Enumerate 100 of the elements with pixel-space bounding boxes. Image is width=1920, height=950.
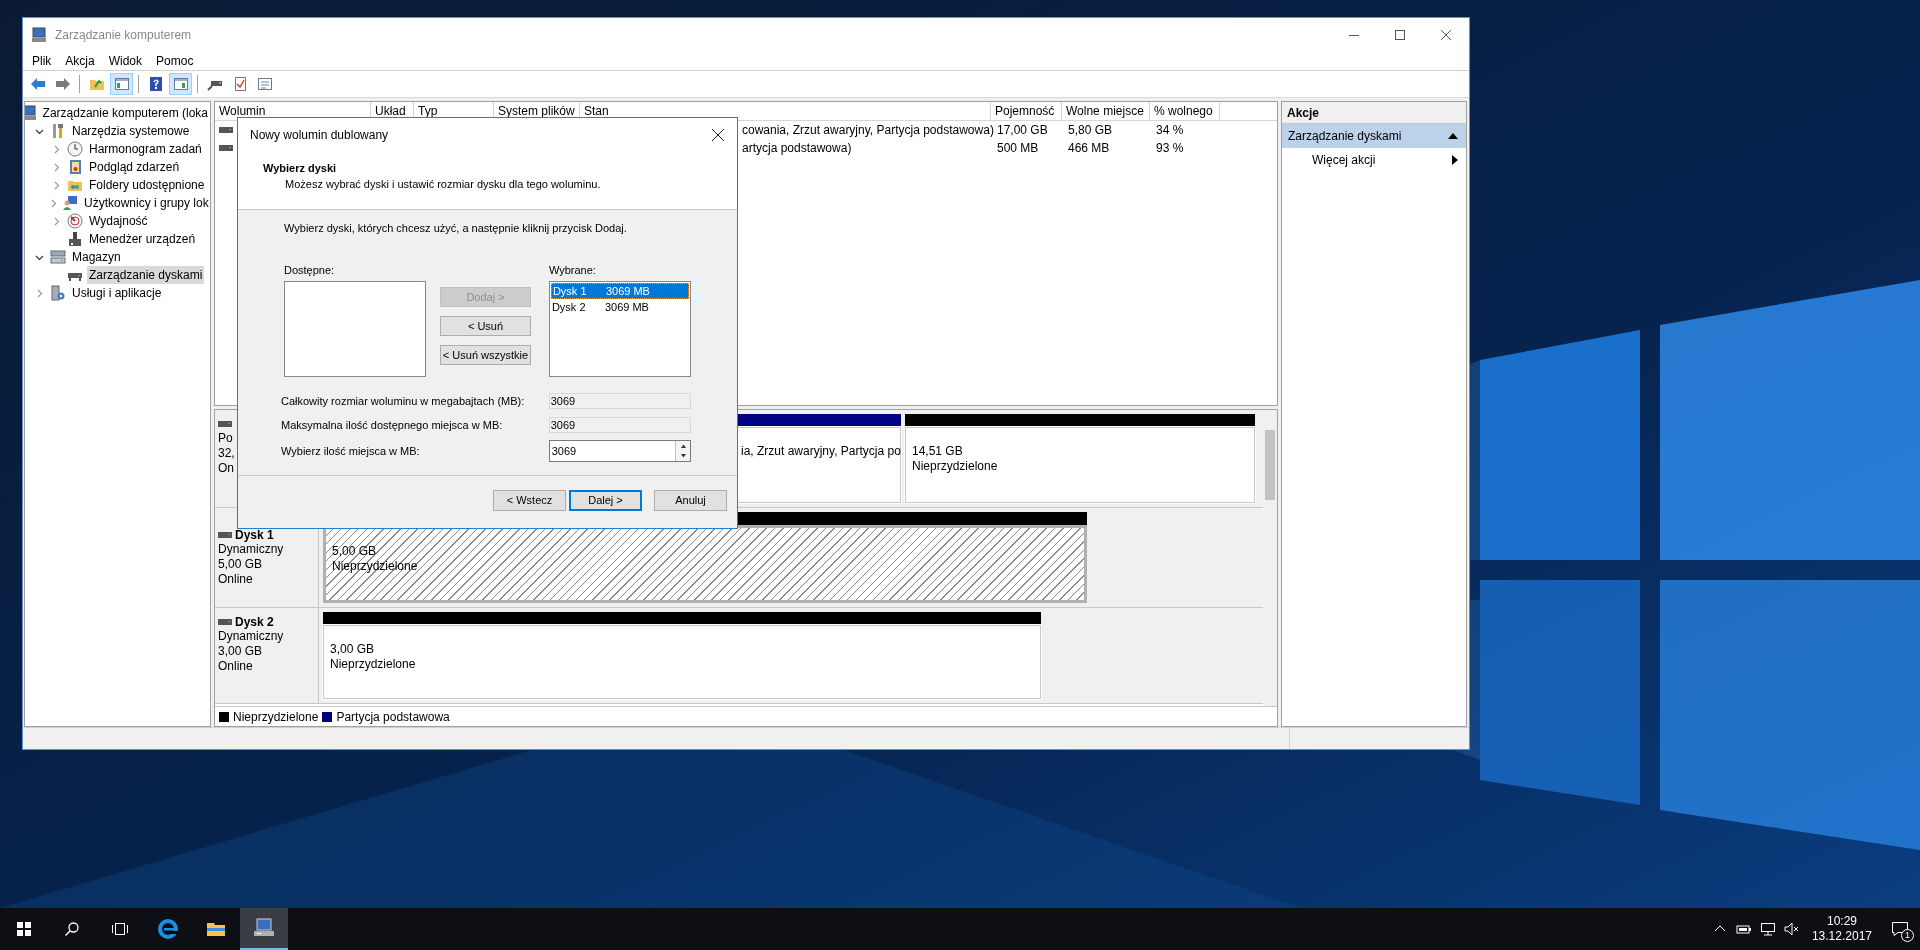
legend-label: Partycja podstawowa [336, 708, 450, 726]
browser-icon [158, 919, 178, 939]
disk-info: Online [218, 572, 253, 587]
field-label: Wybierz ilość miejsca w MB: [281, 443, 421, 459]
panel-icon [113, 76, 130, 92]
users-icon [62, 195, 78, 211]
message-icon [1891, 921, 1909, 937]
tree-item[interactable]: Narzędzia systemowe [70, 122, 192, 140]
network-icon [1759, 922, 1776, 936]
partition-box[interactable]: 5,00 GB Nieprzydzielone [323, 525, 1087, 603]
window-title: Zarządzanie komputerem [55, 26, 192, 44]
partition-text: 14,51 GB [912, 444, 963, 459]
table-cell: 34 % [1156, 123, 1184, 137]
maximize-icon [1395, 29, 1405, 40]
table-cell: 93 % [1156, 141, 1184, 155]
close-icon [1441, 29, 1451, 40]
partition-text: Nieprzydzielone [912, 459, 998, 474]
list-item[interactable]: Dysk 2 3069 MB [550, 299, 689, 315]
table-cell: 5,80 GB [1068, 123, 1113, 137]
tree-item[interactable]: Harmonogram zadań [87, 140, 204, 158]
tree-item[interactable]: Wydajność [87, 212, 150, 230]
table-cell: 17,00 GB [997, 123, 1048, 137]
list-label: Dostępne: [284, 263, 335, 277]
action-group[interactable]: Zarządzanie dyskami [1282, 124, 1466, 148]
clock-icon [67, 141, 83, 157]
dialog-title: Nowy wolumin dublowany [250, 126, 389, 144]
menu-item[interactable]: Pomoc [149, 50, 201, 71]
column-header[interactable]: Pojemność [991, 102, 1062, 120]
column-header[interactable]: Wolne miejsce [1062, 102, 1150, 120]
disk-name: Dysk 2 [235, 613, 274, 631]
back-arrow-icon [29, 76, 46, 92]
start-icon [16, 921, 32, 937]
toolbar-button[interactable] [110, 73, 133, 95]
dialog-heading: Wybierz dyski [263, 161, 337, 175]
partition-text: ia, Zrzut awaryjny, Partycja po [741, 444, 901, 459]
partition-text: Nieprzydzielone [330, 657, 416, 672]
tools-icon [50, 123, 66, 139]
device-icon [67, 231, 83, 247]
storage-icon [50, 249, 66, 265]
move-button[interactable]: < Usuń wszystkie [440, 345, 531, 365]
disk-info: Po [218, 431, 233, 446]
partition-text: Nieprzydzielone [332, 559, 418, 574]
help-icon [147, 76, 164, 92]
disk-info: On [218, 461, 234, 476]
server-gear-icon [50, 285, 66, 301]
computer-icon [253, 918, 275, 938]
column-header[interactable]: % wolnego [1150, 102, 1220, 120]
task-view-icon [111, 921, 129, 937]
clock-date[interactable]: 13.12.2017 [1811, 929, 1872, 944]
field-label: Całkowity rozmiar woluminu w megabajtach (MB): [281, 394, 526, 409]
chevron-right-icon[interactable] [49, 198, 58, 208]
disk-info: 5,00 GB [218, 557, 263, 572]
menu-item[interactable]: Plik [25, 50, 59, 71]
speaker-muted-icon [1783, 922, 1800, 936]
legend-label: Nieprzydzielone [233, 708, 319, 726]
partition-text: 3,00 GB [330, 642, 375, 657]
forward-arrow-icon [54, 76, 71, 92]
wizard-button[interactable]: Anuluj [654, 490, 727, 511]
close-icon [712, 128, 724, 141]
readonly-field: 3069 [548, 393, 691, 410]
tree-item[interactable]: Usługi i aplikacje [70, 284, 164, 302]
readonly-field: 3069 [548, 416, 691, 433]
tree-item[interactable]: Zarządzanie komputerem (loka [40, 104, 210, 122]
tree-item[interactable]: Podgląd zdarzeń [87, 158, 182, 176]
instruction-text: Wybierz dyski, których chcesz użyć, a następnie kliknij przycisk Dodaj. [284, 221, 627, 235]
move-button[interactable]: < Usuń [440, 316, 531, 336]
menu-item[interactable]: Akcja [58, 50, 102, 71]
partition-text: 5,00 GB [332, 544, 377, 559]
disk-info: Dynamiczny [218, 542, 284, 557]
disk-name: Dysk 1 [235, 526, 274, 544]
number-spinner[interactable]: 3069 [548, 440, 691, 462]
menu-item[interactable]: Widok [101, 50, 150, 71]
disk-info: 3,00 GB [218, 644, 263, 659]
tree-item[interactable]: Foldery udostępnione [87, 176, 207, 194]
table-cell: artycja podstawowa) [742, 141, 852, 155]
clock-time[interactable]: 10:29 [1826, 914, 1857, 929]
table-cell: 466 MB [1068, 141, 1110, 155]
wizard-button[interactable]: < Wstecz [493, 490, 566, 511]
field-label: Maksymalna ilość dostępnego miejsca w MB: [281, 417, 504, 433]
available-disks-list[interactable] [284, 281, 427, 377]
toolbar-button[interactable] [169, 73, 192, 95]
computer-icon [31, 26, 47, 43]
tree-item[interactable]: Użytkownicy i grupy lok [82, 194, 210, 212]
notification-count: 1 [1901, 929, 1914, 942]
disk-info: Online [218, 659, 253, 674]
list-item[interactable]: Dysk 1 3069 MB [550, 283, 689, 299]
battery-icon [1735, 923, 1752, 935]
collapse-triangle-icon[interactable] [1448, 133, 1458, 139]
partition-box[interactable]: 3,00 GB Nieprzydzielone [323, 625, 1041, 699]
partition-box[interactable]: 14,51 GB Nieprzydzielone [905, 427, 1255, 503]
action-item[interactable]: Więcej akcji [1282, 148, 1466, 172]
notification-button[interactable]: 1 [1880, 908, 1920, 950]
tree-item[interactable]: Magazyn [70, 248, 123, 266]
search-icon [64, 921, 80, 937]
wizard-button[interactable]: Dalej > [569, 490, 642, 511]
tree-item[interactable]: Menedżer urządzeń [87, 230, 198, 248]
gauge-icon [67, 213, 83, 229]
table-cell: 500 MB [997, 141, 1039, 155]
scrollbar[interactable] [1263, 410, 1277, 706]
tree-item[interactable]: Zarządzanie dyskami [87, 266, 205, 284]
